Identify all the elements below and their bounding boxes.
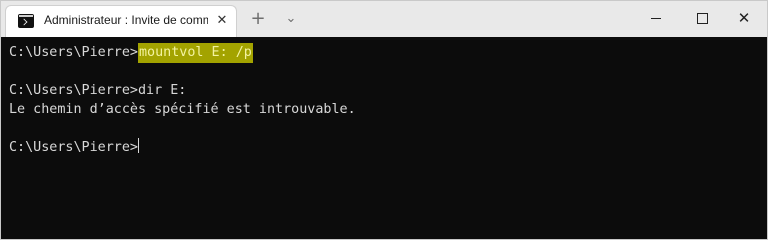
tab-title: Administrateur : Invite de comm — [44, 13, 208, 27]
prompt-text: C:\Users\Pierre> — [9, 140, 138, 155]
prompt-text: C:\Users\Pierre> — [9, 45, 138, 60]
close-tab-icon[interactable]: ✕ — [212, 11, 232, 31]
text-cursor — [138, 138, 139, 153]
terminal-icon — [18, 14, 34, 28]
minimize-button[interactable] — [633, 1, 679, 35]
highlighted-command: mountvol E: /p — [138, 43, 253, 63]
new-tab-button[interactable]: + — [247, 9, 269, 29]
maximize-button[interactable] — [679, 1, 725, 35]
chevron-down-icon[interactable]: ⌄ — [280, 9, 302, 29]
console-line-4: Le chemin d’accès spécifié est introuvab… — [9, 100, 759, 119]
console-line-6: C:\Users\Pierre> — [9, 138, 759, 157]
tab-command-prompt[interactable]: Administrateur : Invite de comm ✕ — [5, 5, 237, 37]
minimize-icon — [651, 18, 661, 19]
command-text: dir E: — [138, 83, 187, 98]
title-bar: Administrateur : Invite de comm ✕ + ⌄ ✕ — [1, 1, 767, 37]
console-output[interactable]: C:\Users\Pierre>mountvol E: /p C:\Users\… — [1, 37, 767, 239]
terminal-window: Administrateur : Invite de comm ✕ + ⌄ ✕ … — [0, 0, 768, 240]
error-message: Le chemin d’accès spécifié est introuvab… — [9, 102, 356, 117]
terminal-icon-bar — [19, 15, 33, 17]
console-line-5 — [9, 119, 759, 138]
close-icon: ✕ — [737, 9, 751, 27]
console-line-3: C:\Users\Pierre>dir E: — [9, 81, 759, 100]
maximize-icon — [697, 13, 708, 24]
terminal-icon-prompt — [20, 18, 28, 26]
prompt-text: C:\Users\Pierre> — [9, 83, 138, 98]
close-window-button[interactable]: ✕ — [721, 1, 767, 35]
console-line-2 — [9, 62, 759, 81]
console-line-1: C:\Users\Pierre>mountvol E: /p — [9, 43, 759, 63]
